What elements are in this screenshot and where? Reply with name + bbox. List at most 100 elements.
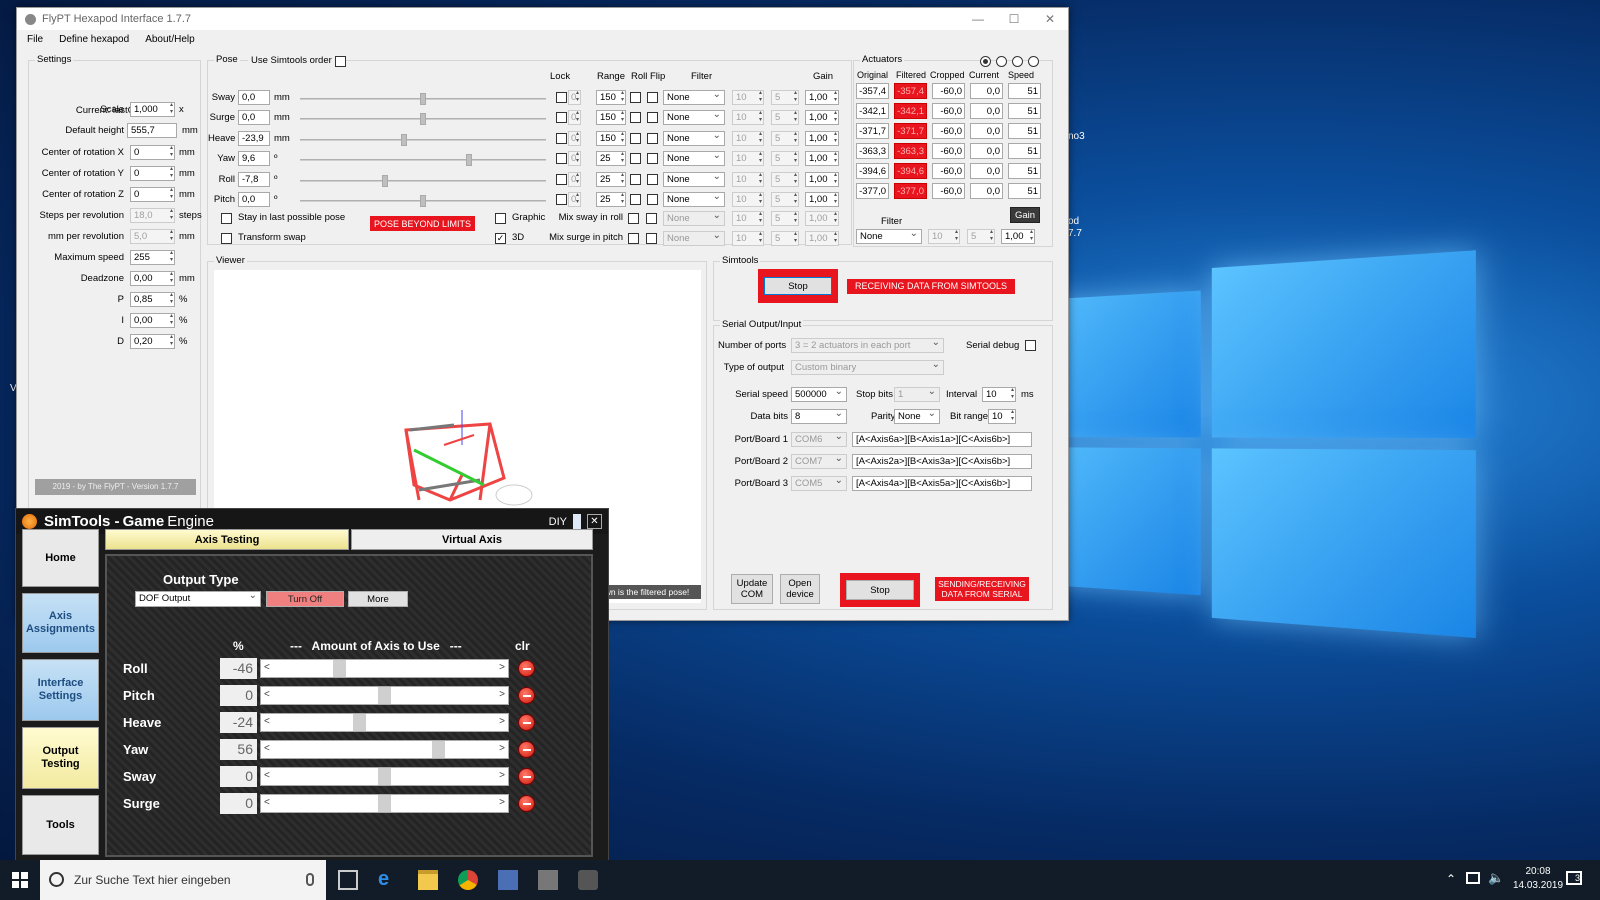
axis-amount-slider[interactable]: < > [260, 713, 509, 732]
axis-slider-thumb[interactable] [378, 687, 391, 704]
flip-checkbox[interactable] [647, 194, 658, 205]
mix-sway-filter-a[interactable]: 10 [732, 211, 764, 226]
setting-value-input[interactable]: 18,0 [130, 208, 175, 223]
lock-checkbox[interactable] [556, 92, 567, 103]
use-simtools-order-checkbox[interactable] [335, 56, 346, 67]
file-explorer-icon[interactable] [418, 870, 438, 890]
setting-value-input[interactable]: 0 [130, 166, 175, 181]
setting-value-input[interactable]: 555,7 [127, 123, 177, 138]
filter-select[interactable]: None [663, 130, 725, 146]
setting-value-input[interactable]: 1,000 [130, 102, 175, 117]
pose-slider[interactable] [300, 174, 546, 187]
app-icon[interactable] [498, 870, 518, 890]
pose-slider-thumb[interactable] [465, 154, 472, 167]
roll-checkbox[interactable] [630, 173, 641, 185]
axis-amount-slider[interactable]: < > [260, 794, 509, 813]
more-button[interactable]: More [348, 591, 408, 607]
filter-param-b[interactable]: 5 [771, 151, 799, 167]
filter-param-a[interactable]: 10 [732, 90, 764, 105]
simtools-stop-button[interactable]: Stop [764, 277, 832, 295]
serial-speed-select[interactable]: 500000 [791, 387, 847, 402]
setting-value-input[interactable]: 0 [130, 145, 175, 160]
flip-checkbox[interactable] [647, 92, 658, 103]
clear-axis-icon[interactable] [518, 741, 535, 758]
setting-value-input[interactable]: 255 [130, 250, 175, 265]
gain-spin[interactable]: 1,00 [805, 192, 839, 207]
close-icon[interactable]: ✕ [1032, 12, 1068, 26]
actuator-view-radio[interactable] [980, 56, 991, 67]
mix-sway-filter-select[interactable]: None [663, 211, 725, 226]
axis-slider-thumb[interactable] [378, 768, 391, 785]
axis-percent-value[interactable]: -46 [220, 658, 257, 679]
pose-value-input[interactable]: -23,9 [238, 130, 270, 146]
chevron-left-icon[interactable]: < [264, 743, 270, 754]
chevron-left-icon[interactable]: < [264, 716, 270, 727]
mix-surge-checkbox[interactable] [628, 233, 639, 244]
flypt-titlebar[interactable]: FlyPT Hexapod Interface 1.7.7 — ☐ ✕ [17, 8, 1068, 30]
microphone-icon[interactable] [306, 873, 314, 886]
minimize-icon[interactable] [573, 514, 581, 529]
menu-file[interactable]: File [27, 34, 43, 45]
3d-checkbox[interactable]: ✓ [495, 233, 506, 244]
desktop-icon-label[interactable]: od [1068, 216, 1079, 227]
setting-value-input[interactable]: 0,00 [130, 271, 175, 286]
chrome-icon[interactable] [458, 870, 478, 890]
clear-axis-icon[interactable] [518, 687, 535, 704]
gain-spin[interactable]: 1,00 [805, 90, 839, 105]
chevron-left-icon[interactable]: < [264, 689, 270, 700]
filter-param-b[interactable]: 5 [771, 110, 799, 126]
tab-virtual-axis[interactable]: Virtual Axis [351, 529, 593, 550]
pose-slider[interactable] [300, 133, 546, 146]
mix-surge-flip-checkbox[interactable] [646, 233, 657, 244]
roll-checkbox[interactable] [630, 153, 641, 165]
setting-value-input[interactable]: 5,0 [130, 229, 175, 244]
setting-value-input[interactable]: 0,85 [130, 292, 175, 307]
filter-param-a[interactable]: 10 [732, 192, 764, 207]
edge-browser-icon[interactable]: e [378, 869, 398, 890]
nav-home[interactable]: Home [22, 529, 99, 587]
taskbar-search-box[interactable]: Zur Suche Text hier eingeben [40, 860, 326, 900]
flip-checkbox[interactable] [647, 132, 658, 144]
axis-slider-thumb[interactable] [332, 660, 346, 677]
clear-axis-icon[interactable] [518, 714, 535, 731]
turn-off-button[interactable]: Turn Off [266, 591, 344, 607]
pose-slider-thumb[interactable] [381, 174, 388, 187]
maximize-icon[interactable]: ☐ [996, 12, 1032, 26]
actuator-filter-a[interactable]: 10 [928, 229, 960, 244]
menu-about-help[interactable]: About/Help [145, 34, 194, 45]
chevron-left-icon[interactable]: < [264, 797, 270, 808]
chevron-left-icon[interactable]: < [264, 770, 270, 781]
actuator-view-radio[interactable] [996, 56, 1007, 67]
serial-debug-checkbox[interactable] [1025, 340, 1036, 351]
port-board-select[interactable]: COM7 [791, 454, 847, 469]
setting-value-input[interactable]: 0 [130, 187, 175, 202]
pose-slider[interactable] [300, 195, 546, 207]
chevron-right-icon[interactable]: > [499, 716, 505, 727]
lock-checkbox[interactable] [556, 132, 567, 144]
pose-value-input[interactable]: 0,0 [238, 110, 270, 126]
chevron-right-icon[interactable]: > [499, 770, 505, 781]
axis-amount-slider[interactable]: < > [260, 659, 509, 678]
port-board-string-input[interactable]: [A<Axis2a>][B<Axis3a>][C<Axis6b>] [852, 454, 1032, 469]
mix-sway-flip-checkbox[interactable] [646, 213, 657, 224]
app-icon[interactable] [538, 870, 558, 890]
actuator-view-radio[interactable] [1028, 56, 1039, 67]
range-spin[interactable]: 150 [596, 110, 626, 126]
actuator-view-radio[interactable] [1012, 56, 1023, 67]
nav-axis-assignments[interactable]: Axis Assignments [22, 593, 99, 653]
chevron-right-icon[interactable]: > [499, 662, 505, 673]
menu-define-hexapod[interactable]: Define hexapod [59, 34, 129, 45]
start-icon[interactable] [12, 872, 28, 888]
filter-param-b[interactable]: 5 [771, 90, 799, 105]
mix-sway-gain[interactable]: 1,00 [805, 211, 839, 226]
port-board-select[interactable]: COM5 [791, 476, 847, 491]
network-icon[interactable] [1466, 872, 1480, 884]
range-spin[interactable]: 150 [596, 130, 626, 146]
filter-select[interactable]: None [663, 192, 725, 207]
range-spin[interactable]: 25 [596, 192, 626, 207]
lock-checkbox[interactable] [556, 194, 567, 205]
mix-surge-filter-b[interactable]: 5 [771, 231, 799, 246]
axis-percent-value[interactable]: 0 [220, 766, 257, 787]
volume-icon[interactable]: 🔈 [1488, 870, 1504, 886]
pose-slider-thumb[interactable] [420, 113, 426, 126]
